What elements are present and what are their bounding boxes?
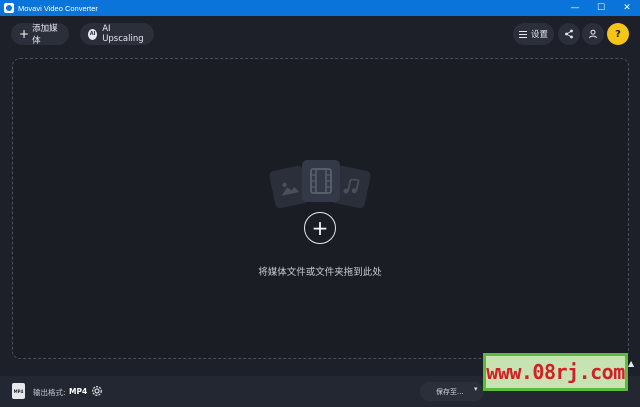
ai-upscaling-button[interactable]: AI AI Upscaling	[80, 23, 154, 45]
account-button[interactable]	[582, 23, 604, 45]
drop-hint-text: 将媒体文件或文件夹拖到此处	[258, 267, 382, 278]
video-file-icon	[302, 160, 340, 202]
main-toolbar: + 添加媒体 AI AI Upscaling 设置 ?	[0, 16, 640, 54]
add-media-label: 添加媒体	[32, 24, 58, 46]
media-illustration	[268, 160, 372, 210]
output-format-value[interactable]: MP4	[69, 387, 87, 396]
minimize-button[interactable]: —	[562, 0, 588, 16]
site-watermark: www.08rj.com	[483, 353, 628, 391]
gear-icon[interactable]	[90, 384, 104, 398]
share-icon	[565, 29, 573, 39]
ai-upscaling-label: AI Upscaling	[102, 24, 144, 44]
title-bar: Movavi Video Converter — ☐ ✕	[0, 0, 640, 16]
output-format-icon[interactable]: MP4	[12, 383, 25, 399]
help-button[interactable]: ?	[607, 23, 629, 45]
ai-badge-icon: AI	[88, 28, 98, 40]
chevron-down-icon[interactable]: ▾	[474, 385, 478, 393]
add-media-button[interactable]: + 添加媒体	[11, 23, 69, 46]
chevron-up-icon[interactable]: ▲	[628, 359, 634, 368]
plus-icon: +	[19, 27, 30, 41]
app-logo-icon	[4, 3, 14, 13]
share-button[interactable]	[558, 23, 580, 45]
settings-button[interactable]: 设置	[513, 23, 554, 45]
add-files-button[interactable]: +	[304, 212, 336, 244]
sliders-icon	[519, 30, 527, 38]
window-title: Movavi Video Converter	[18, 3, 98, 13]
close-button[interactable]: ✕	[614, 0, 640, 16]
user-icon	[589, 29, 597, 39]
window-controls: — ☐ ✕	[562, 0, 640, 16]
maximize-button[interactable]: ☐	[588, 0, 614, 16]
output-format-label: 输出格式:	[33, 388, 66, 397]
settings-label: 设置	[531, 30, 549, 40]
